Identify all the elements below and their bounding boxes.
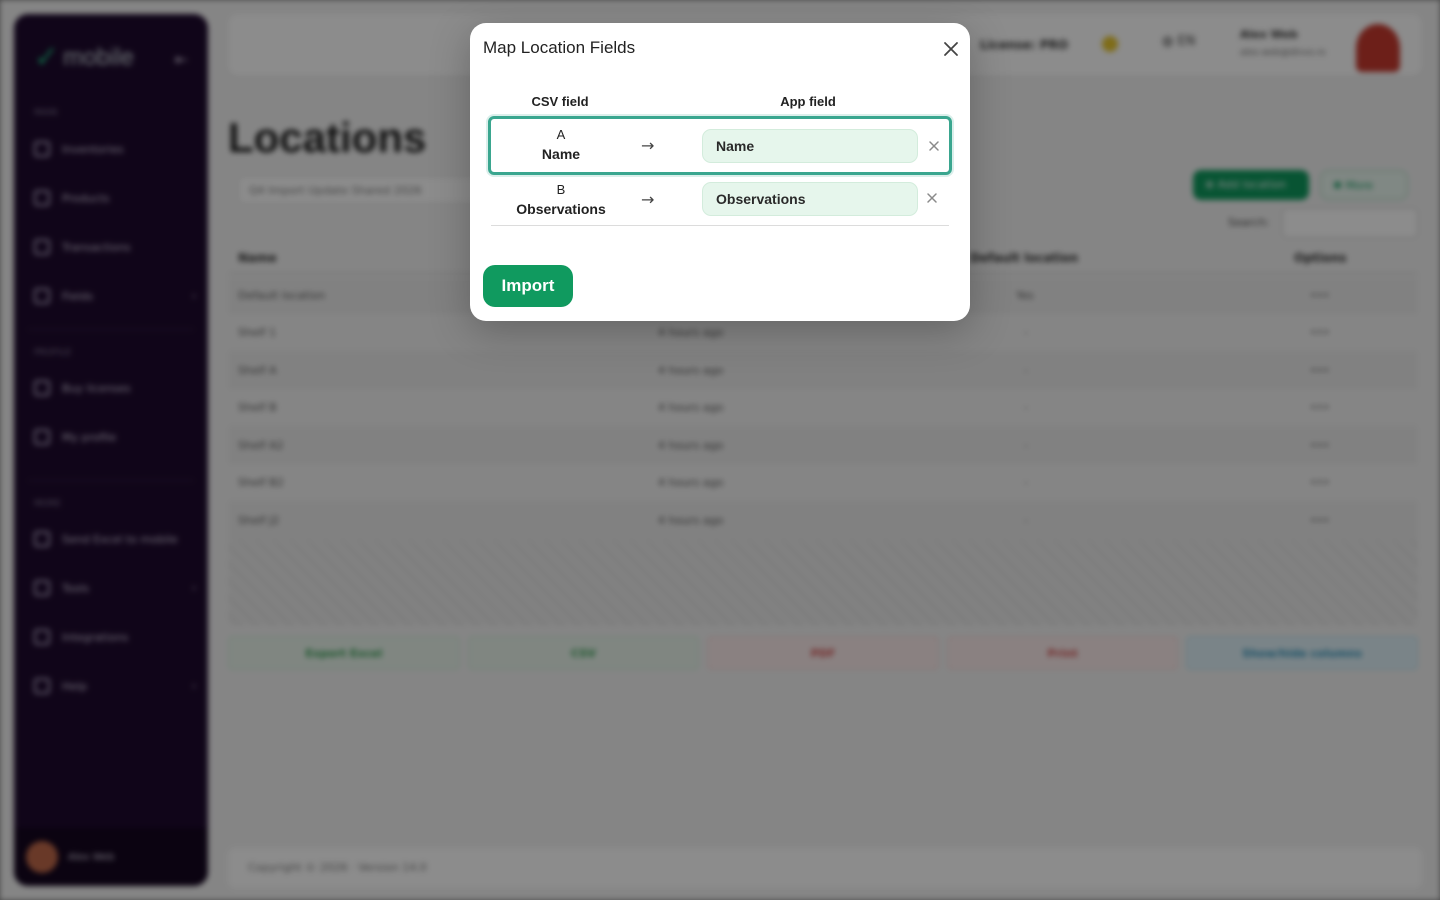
mapping-row: A Name → Name	[488, 116, 952, 175]
clear-mapping-button[interactable]	[926, 138, 942, 154]
close-icon	[944, 42, 958, 56]
csv-column-letter: A	[556, 127, 566, 142]
close-icon	[929, 141, 939, 151]
csv-column-name: Name	[541, 146, 581, 162]
close-button[interactable]	[940, 38, 962, 60]
csv-field-cell: A Name	[491, 127, 631, 165]
import-button[interactable]: Import	[483, 265, 573, 307]
csv-column-letter: B	[556, 182, 566, 197]
modal-title: Map Location Fields	[483, 38, 636, 57]
arrow-right-icon: →	[641, 136, 655, 155]
csv-field-cell: B Observations	[491, 182, 631, 220]
app-field-select[interactable]: Name	[702, 129, 918, 163]
app-field-select[interactable]: Observations	[702, 182, 918, 216]
mapping-row: B Observations → Observations	[491, 173, 949, 226]
csv-field-header: CSV field	[531, 94, 589, 109]
arrow-right-icon: →	[641, 190, 655, 209]
close-icon	[927, 193, 937, 203]
clear-mapping-button[interactable]	[924, 190, 940, 206]
app-field-header: App field	[780, 94, 836, 109]
csv-column-name: Observations	[516, 201, 606, 217]
map-fields-modal: Map Location Fields CSV field App field …	[470, 23, 970, 321]
